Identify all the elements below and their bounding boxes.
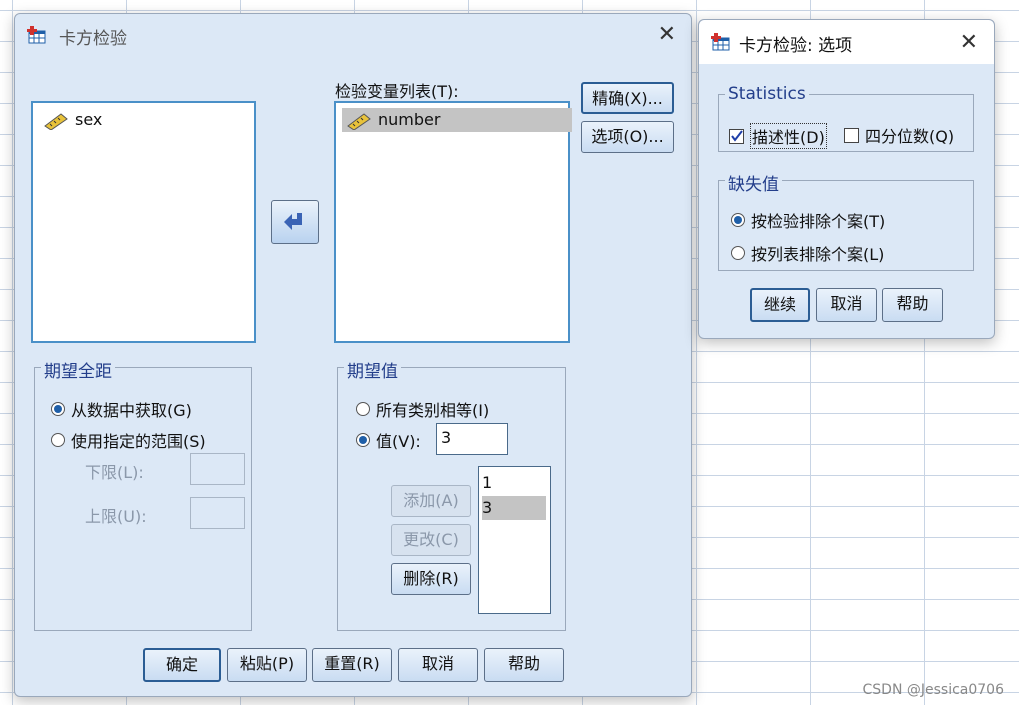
radio-unselected-icon xyxy=(51,433,65,447)
statistics-group: Statistics 描述性(D) 四分位数(Q) xyxy=(718,84,974,152)
paste-button[interactable]: 粘贴(P) xyxy=(227,648,307,682)
ok-button[interactable]: 确定 xyxy=(143,648,221,682)
continue-button[interactable]: 继续 xyxy=(750,288,810,322)
help-button[interactable]: 帮助 xyxy=(882,288,943,322)
chi-square-options-dialog: 卡方检验: 选项 ✕ Statistics 描述性(D) 四分位数(Q) 缺失值… xyxy=(698,19,995,339)
options-button[interactable]: 选项(O)... xyxy=(581,121,674,153)
values-label: 值(V): xyxy=(376,432,421,451)
variable-item-sex[interactable]: sex xyxy=(39,108,275,132)
from-data-radio[interactable]: 从数据中获取(G) xyxy=(51,397,192,421)
test-variable-list-label: 检验变量列表(T): xyxy=(335,82,459,101)
descriptive-label: 描述性(D) xyxy=(750,123,827,149)
expected-value-input[interactable]: 3 xyxy=(436,423,508,455)
help-button[interactable]: 帮助 xyxy=(484,648,564,682)
title-bar: 卡方检验 ✕ xyxy=(15,14,691,56)
radio-selected-icon xyxy=(356,433,370,447)
missing-values-legend: 缺失值 xyxy=(725,170,782,195)
exclude-by-test-label: 按检验排除个案(T) xyxy=(751,212,886,231)
spss-app-icon xyxy=(27,26,46,44)
remove-button[interactable]: 删除(R) xyxy=(391,563,471,595)
missing-values-group: 缺失值 按检验排除个案(T) 按列表排除个案(L) xyxy=(718,170,974,271)
checkbox-unchecked-icon xyxy=(844,127,859,143)
use-range-radio[interactable]: 使用指定的范围(S) xyxy=(51,428,206,452)
exclude-by-test-radio[interactable]: 按检验排除个案(T) xyxy=(731,208,885,232)
radio-selected-icon xyxy=(51,402,65,416)
quartiles-label: 四分位数(Q) xyxy=(865,127,955,146)
expected-range-legend: 期望全距 xyxy=(41,357,115,382)
upper-limit-label: 上限(U): xyxy=(85,507,147,526)
reset-button[interactable]: 重置(R) xyxy=(312,648,392,682)
scale-ruler-icon xyxy=(44,113,68,130)
spss-app-icon xyxy=(711,33,730,51)
close-icon[interactable]: ✕ xyxy=(960,30,978,55)
list-item[interactable]: 3 xyxy=(482,496,546,520)
dialog-title: 卡方检验 xyxy=(59,29,127,49)
exclude-listwise-label: 按列表排除个案(L) xyxy=(751,245,885,264)
watermark: CSDN @Jessica0706 xyxy=(862,682,1005,698)
variable-name: number xyxy=(378,110,441,129)
use-range-label: 使用指定的范围(S) xyxy=(71,432,206,451)
move-variable-button[interactable] xyxy=(271,200,319,244)
variable-name: sex xyxy=(75,110,103,129)
test-variable-list[interactable]: number xyxy=(334,101,572,343)
radio-unselected-icon xyxy=(731,246,745,260)
lower-limit-input[interactable] xyxy=(190,453,245,485)
arrow-left-icon xyxy=(284,213,302,230)
descriptive-checkbox[interactable]: 描述性(D) xyxy=(729,123,827,149)
all-equal-radio[interactable]: 所有类别相等(I) xyxy=(356,397,489,421)
upper-limit-input[interactable] xyxy=(190,497,245,529)
exact-button[interactable]: 精确(X)... xyxy=(581,82,674,114)
chi-square-dialog: 卡方检验 ✕ sex 检验变量列表(T): number 精确(X)... 选项 xyxy=(14,13,692,697)
statistics-legend: Statistics xyxy=(725,84,809,104)
lower-limit-label: 下限(L): xyxy=(85,463,144,482)
exclude-listwise-radio[interactable]: 按列表排除个案(L) xyxy=(731,241,884,265)
close-icon[interactable]: ✕ xyxy=(658,22,676,47)
values-radio[interactable]: 值(V): xyxy=(356,428,421,452)
list-item[interactable]: 1 xyxy=(482,471,546,495)
radio-selected-icon xyxy=(731,213,745,227)
cancel-button[interactable]: 取消 xyxy=(398,648,478,682)
variable-item-number[interactable]: number xyxy=(342,108,572,132)
quartiles-checkbox[interactable]: 四分位数(Q) xyxy=(844,123,954,147)
from-data-label: 从数据中获取(G) xyxy=(71,401,192,420)
change-button[interactable]: 更改(C) xyxy=(391,524,471,556)
expected-values-list[interactable]: 1 3 xyxy=(478,466,551,614)
expected-values-legend: 期望值 xyxy=(344,357,401,382)
dialog-title: 卡方检验: 选项 xyxy=(739,36,853,56)
expected-range-group: 期望全距 从数据中获取(G) 使用指定的范围(S) 下限(L): 上限(U): xyxy=(34,357,252,631)
title-bar: 卡方检验: 选项 ✕ xyxy=(699,20,994,64)
radio-unselected-icon xyxy=(356,402,370,416)
checkbox-checked-icon xyxy=(729,128,744,144)
expected-values-group: 期望值 所有类别相等(I) 值(V): 3 添加(A) 更改(C) 删除(R) … xyxy=(337,357,566,631)
all-equal-label: 所有类别相等(I) xyxy=(376,401,490,420)
add-button[interactable]: 添加(A) xyxy=(391,485,471,517)
scale-ruler-icon xyxy=(347,113,371,130)
source-variable-list[interactable]: sex xyxy=(31,101,256,343)
cancel-button[interactable]: 取消 xyxy=(816,288,877,322)
